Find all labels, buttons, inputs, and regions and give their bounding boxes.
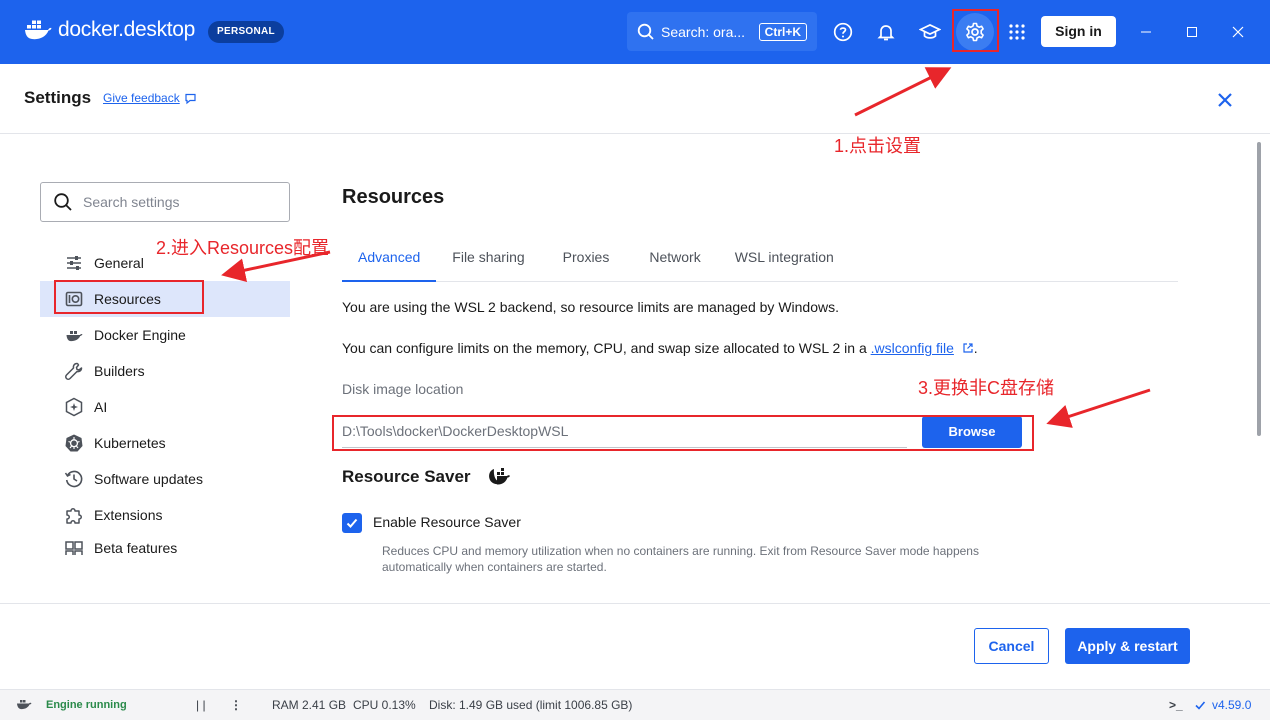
annotation-arrows xyxy=(221,67,1151,428)
annotation-step2: 2.进入Resources配置 xyxy=(156,238,330,258)
annotation-arrow-step1 xyxy=(854,67,952,117)
annotation-step3: 3.更换非C盘存储 xyxy=(918,378,1055,398)
annotation-step1: 1.点击设置 xyxy=(834,136,922,156)
annotation-arrow-step3 xyxy=(1046,388,1151,428)
